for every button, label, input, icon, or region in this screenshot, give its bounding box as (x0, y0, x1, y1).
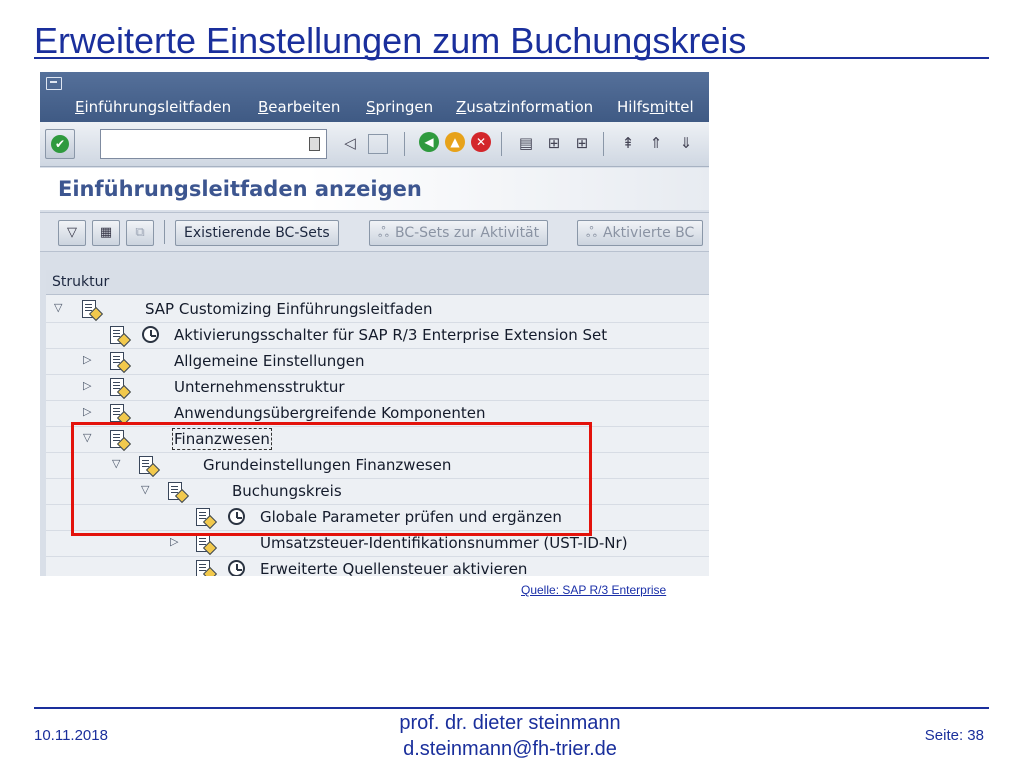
menu-label: earbeiten (268, 98, 341, 116)
red-highlight-box (71, 422, 592, 536)
history-list-icon[interactable] (309, 137, 320, 151)
document-icon (109, 378, 132, 400)
release-notes-icon[interactable]: ▦ (92, 220, 120, 246)
document-icon (109, 352, 132, 374)
menu-mnemonic: S (366, 98, 376, 116)
first-page-icon[interactable]: ⇞ (616, 131, 640, 155)
author-email: d.steinmann@fh-trier.de (403, 738, 617, 760)
button-label: Existierende BC-Sets (184, 225, 330, 241)
activated-bc-sets-button[interactable]: ஃ Aktivierte BC (577, 220, 704, 246)
window-menu-icon[interactable] (46, 77, 62, 90)
bc-set-icon: ஃ (378, 225, 389, 241)
screen-title-bar: Einführungsleitfaden anzeigen (40, 168, 709, 210)
tree-header-label: Struktur (52, 274, 110, 290)
menu-zusatzinformation[interactable]: Zusatzinformation (456, 98, 593, 116)
sap-menu-bar: Einführungsleitfaden Bearbeiten Springen… (40, 72, 709, 122)
title-divider (34, 57, 989, 59)
back-icon[interactable]: ◀ (419, 132, 439, 152)
tree-node-label[interactable]: Unternehmensstruktur (174, 378, 345, 396)
tree-row[interactable]: Aktivierungsschalter für SAP R/3 Enterpr… (46, 322, 709, 349)
expand-icon[interactable]: ▷ (83, 353, 91, 366)
button-label: Aktivierte BC (602, 225, 695, 241)
source-link[interactable]: Quelle: SAP R/3 Enterprise (521, 583, 666, 597)
menu-label: usatzinformation (466, 98, 594, 116)
tree-header: Struktur (46, 270, 709, 295)
menu-mnemonic: m (649, 98, 665, 116)
document-icon (81, 300, 104, 322)
bc-sets-for-activity-button[interactable]: ஃ BC-Sets zur Aktivität (369, 220, 549, 246)
print-icon[interactable]: ▤ (514, 131, 538, 155)
toolbar-separator (603, 132, 604, 156)
page-number: Seite: 38 (924, 727, 984, 744)
cancel-icon[interactable]: ✕ (471, 132, 491, 152)
footer-author: prof. dr. dieter steinmann d.steinmann@f… (300, 710, 720, 762)
tree-row[interactable]: ▷ Unternehmensstruktur (46, 374, 709, 401)
save-icon[interactable] (368, 134, 388, 154)
application-toolbar: ▽ ▦ ⧉ Existierende BC-Sets ஃ BC-Sets zur … (40, 212, 709, 252)
document-icon (195, 534, 218, 556)
button-label: BC-Sets zur Aktivität (394, 225, 540, 241)
clock-icon[interactable] (228, 560, 245, 576)
slide-title: Erweiterte Einstellungen zum Buchungskre… (34, 20, 747, 61)
menu-label: pringen (375, 98, 434, 116)
collapse-icon[interactable]: ▽ (54, 301, 62, 314)
bc-set-icon: ஃ (586, 225, 597, 241)
author-name: prof. dr. dieter steinmann (399, 712, 621, 734)
expand-icon[interactable]: ▷ (83, 379, 91, 392)
tree-node-label[interactable]: Aktivierungsschalter für SAP R/3 Enterpr… (174, 326, 607, 344)
menu-mnemonic: Z (456, 98, 467, 116)
checkmark-icon: ✔ (51, 135, 69, 153)
find-icon[interactable]: ⊞ (542, 131, 566, 155)
tree-node-label[interactable]: Allgemeine Einstellungen (174, 352, 365, 370)
tree-row[interactable]: ▽ SAP Customizing Einführungsleitfaden (46, 296, 709, 323)
menu-hilfsmittel[interactable]: Hilfsmittel (617, 98, 694, 116)
existing-bc-sets-button[interactable]: Existierende BC-Sets (175, 220, 339, 246)
next-page-icon[interactable]: ⇓ (674, 131, 698, 155)
tree-node-label[interactable]: Anwendungsübergreifende Komponenten (174, 404, 486, 422)
toolbar-separator (404, 132, 405, 156)
screen-title: Einführungsleitfaden anzeigen (58, 177, 422, 201)
tree-node-label[interactable]: Umsatzsteuer-Identifikationsnummer (UST-… (260, 534, 628, 552)
expand-subtree-icon[interactable]: ▽ (58, 220, 86, 246)
toolbar-separator (501, 132, 502, 156)
menu-bearbeiten[interactable]: Bearbeiten (258, 98, 340, 116)
tree-row[interactable]: ▷ Allgemeine Einstellungen (46, 348, 709, 375)
expand-icon[interactable]: ▷ (83, 405, 91, 418)
expand-icon[interactable]: ▷ (170, 535, 178, 548)
footer-date: 10.11.2018 (34, 727, 108, 744)
footer-divider (34, 707, 989, 709)
document-icon (195, 560, 218, 576)
sap-standard-toolbar: ✔ ◁ ◀ ▲ ✕ ▤ ⊞ ⊞ ⇞ ⇑ ⇓ (40, 122, 709, 167)
document-icon (109, 404, 132, 426)
toolbar-separator (164, 220, 165, 244)
tree-node-label[interactable]: SAP Customizing Einführungsleitfaden (145, 300, 432, 318)
exit-icon[interactable]: ▲ (445, 132, 465, 152)
tree-row[interactable]: Erweiterte Quellensteuer aktivieren (46, 556, 709, 576)
previous-page-icon[interactable]: ⇑ (644, 131, 668, 155)
document-icon (109, 326, 132, 348)
menu-label: ittel (664, 98, 694, 116)
copy-icon: ⧉ (126, 220, 154, 246)
clock-icon[interactable] (142, 326, 159, 343)
menu-mnemonic: B (258, 98, 269, 116)
menu-label: inführungsleitfaden (84, 98, 232, 116)
menu-label: Hilfs (617, 98, 650, 116)
enter-button[interactable]: ✔ (45, 129, 75, 159)
tree-node-label[interactable]: Erweiterte Quellensteuer aktivieren (260, 560, 527, 576)
find-next-icon[interactable]: ⊞ (570, 131, 594, 155)
menu-einfuehrungsleitfaden[interactable]: Einführungsleitfaden (75, 98, 231, 116)
back-arrow-icon[interactable]: ◁ (338, 131, 362, 155)
menu-springen[interactable]: Springen (366, 98, 433, 116)
command-field[interactable] (100, 129, 327, 159)
